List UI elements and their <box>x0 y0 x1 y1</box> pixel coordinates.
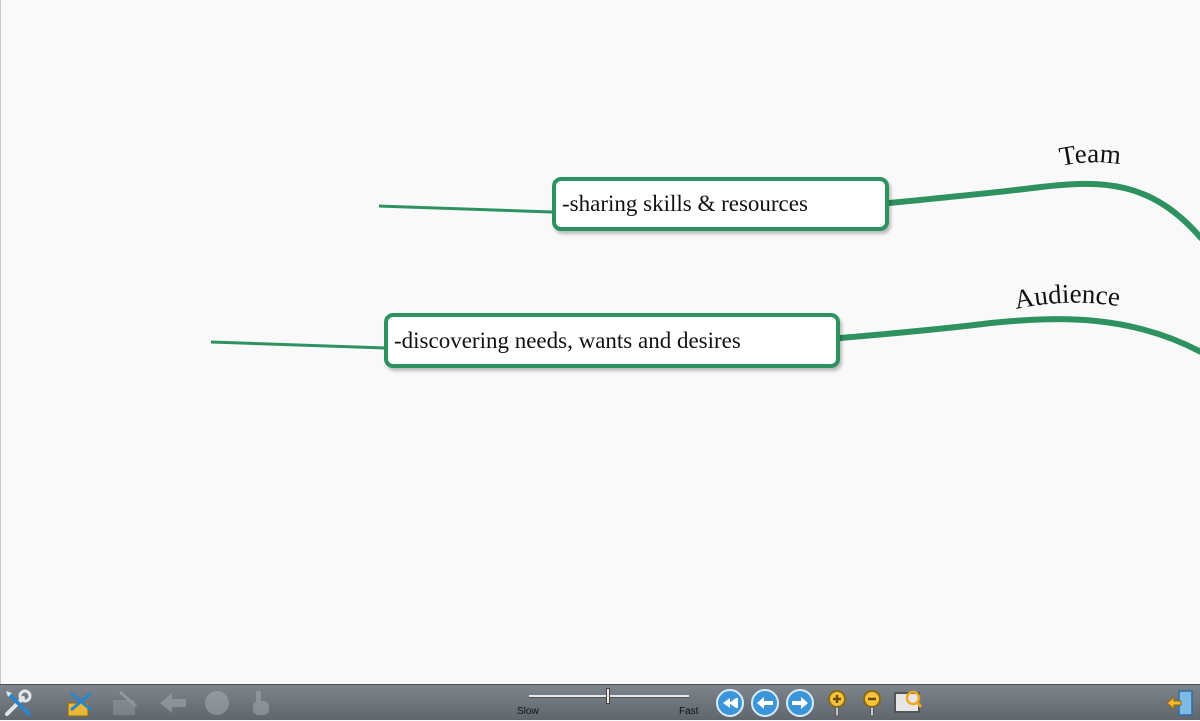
speed-slider-thumb[interactable] <box>606 688 611 704</box>
fit-screen-button[interactable] <box>893 688 923 718</box>
forward-button[interactable] <box>785 688 815 718</box>
topic-node-sharing[interactable]: -sharing skills & resources <box>552 177 889 231</box>
zoom-out-icon <box>863 690 881 717</box>
circle-icon <box>205 691 229 715</box>
speed-fast-label: Fast <box>679 706 699 717</box>
hand-pointer-button[interactable] <box>246 688 276 718</box>
circle-button[interactable] <box>202 688 232 718</box>
branch-label-audience-text: Audience <box>1012 279 1122 315</box>
branch-label-audience[interactable]: Audience <box>1012 279 1122 315</box>
zoom-in-button[interactable] <box>822 688 852 718</box>
branch-team[interactable] <box>886 180 1200 241</box>
forward-icon <box>786 689 814 717</box>
tools-icon <box>5 689 32 716</box>
connector-line-team <box>378 204 553 214</box>
bottom-toolbar: Slow Fast <box>0 684 1200 720</box>
back-button[interactable] <box>750 688 780 718</box>
topic-node-sharing-text: -sharing skills & resources <box>562 191 808 216</box>
branch-label-team-text: Team <box>1057 138 1123 172</box>
zoom-in-icon <box>828 690 846 717</box>
tools-button[interactable] <box>3 688 33 718</box>
hand-pointer-icon <box>253 691 269 715</box>
topic-node-discovering[interactable]: -discovering needs, wants and desires <box>384 313 840 368</box>
folder-icon <box>113 690 137 715</box>
zoom-out-button[interactable] <box>857 688 887 718</box>
branch-label-team[interactable]: Team <box>1057 138 1123 172</box>
topic-node-discovering-text: -discovering needs, wants and desires <box>394 327 741 353</box>
map-edit-button[interactable] <box>65 688 95 718</box>
connector-line-audience <box>210 340 385 350</box>
fit-screen-icon <box>894 690 923 713</box>
mind-map-canvas[interactable]: Team Audience -sharing skills & resource… <box>0 0 1200 684</box>
rewind-icon <box>716 689 744 717</box>
rewind-button[interactable] <box>715 688 745 718</box>
speed-slider[interactable]: Slow Fast <box>515 685 705 721</box>
arrow-left-button[interactable] <box>158 688 188 718</box>
speed-slow-label: Slow <box>517 706 539 717</box>
branch-audience[interactable] <box>837 316 1200 355</box>
map-edit-icon <box>67 691 92 717</box>
exit-button[interactable] <box>1165 688 1195 718</box>
exit-icon <box>1166 690 1193 716</box>
back-icon <box>751 689 779 717</box>
folder-button[interactable] <box>110 688 140 718</box>
arrow-left-icon <box>160 693 186 713</box>
